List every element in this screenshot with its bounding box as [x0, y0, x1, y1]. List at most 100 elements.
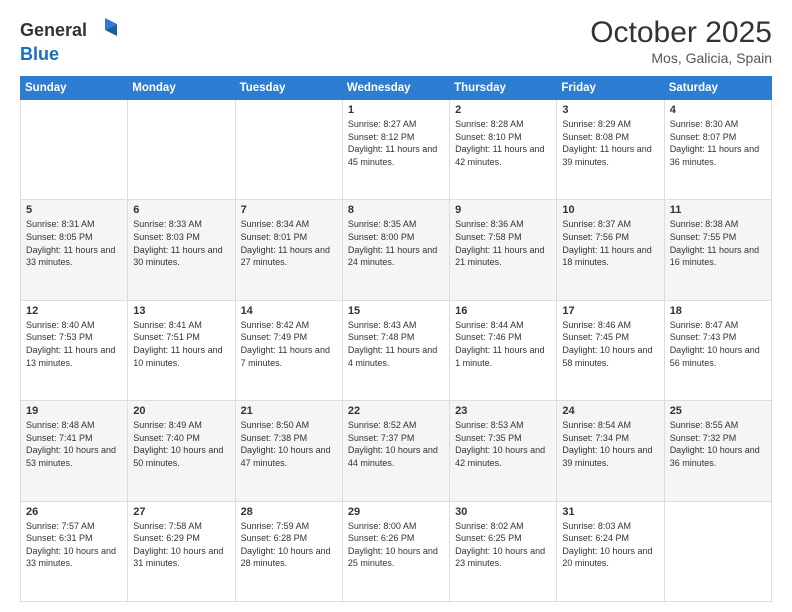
day-number: 30 [455, 506, 551, 518]
table-row: 22 Sunrise: 8:52 AMSunset: 7:37 PMDayligh… [342, 401, 449, 501]
header-tuesday: Tuesday [235, 77, 342, 100]
day-number: 20 [133, 405, 229, 417]
day-number: 26 [26, 506, 122, 518]
day-info: Sunrise: 8:33 AMSunset: 8:03 PMDaylight:… [133, 218, 229, 268]
table-row: 4Sunrise: 8:30 AMSunset: 8:07 PMDaylight… [664, 100, 771, 200]
logo-general: General [20, 20, 87, 41]
page: General Blue October 2025 Mos, Galicia, … [0, 0, 792, 612]
table-row: 31 Sunrise: 8:03 AMSunset: 6:24 PMDayligh… [557, 501, 664, 601]
day-info: Sunrise: 7:57 AMSunset: 6:31 PMDaylight:… [26, 520, 122, 570]
day-info: Sunrise: 8:28 AMSunset: 8:10 PMDaylight:… [455, 118, 551, 168]
day-number: 10 [562, 204, 658, 216]
day-info: Sunrise: 8:00 AMSunset: 6:26 PMDaylight:… [348, 520, 444, 570]
table-row: 16 Sunrise: 8:44 AMSunset: 7:46 PMDayligh… [450, 300, 557, 400]
day-number: 12 [26, 305, 122, 317]
day-number: 28 [241, 506, 337, 518]
day-number: 16 [455, 305, 551, 317]
header-monday: Monday [128, 77, 235, 100]
day-info: Sunrise: 8:02 AMSunset: 6:25 PMDaylight:… [455, 520, 551, 570]
table-row: 17 Sunrise: 8:46 AMSunset: 7:45 PMDayligh… [557, 300, 664, 400]
table-row: 24 Sunrise: 8:54 AMSunset: 7:34 PMDayligh… [557, 401, 664, 501]
day-info: Sunrise: 8:54 AMSunset: 7:34 PMDaylight:… [562, 419, 658, 469]
day-number: 31 [562, 506, 658, 518]
day-number: 23 [455, 405, 551, 417]
day-number: 17 [562, 305, 658, 317]
table-row: 13 Sunrise: 8:41 AMSunset: 7:51 PMDayligh… [128, 300, 235, 400]
calendar-table: Sunday Monday Tuesday Wednesday Thursday… [20, 76, 772, 602]
logo: General Blue [20, 16, 119, 65]
header-friday: Friday [557, 77, 664, 100]
calendar-header-row: Sunday Monday Tuesday Wednesday Thursday… [21, 77, 772, 100]
table-row: 12 Sunrise: 8:40 AMSunset: 7:53 PMDayligh… [21, 300, 128, 400]
day-number: 19 [26, 405, 122, 417]
table-row: 27Sunrise: 7:58 AMSunset: 6:29 PMDayligh… [128, 501, 235, 601]
day-number: 6 [133, 204, 229, 216]
table-row: 10 Sunrise: 8:37 AMSunset: 7:56 PMDayligh… [557, 200, 664, 300]
day-number: 13 [133, 305, 229, 317]
day-info: Sunrise: 8:34 AMSunset: 8:01 PMDaylight:… [241, 218, 337, 268]
table-row [235, 100, 342, 200]
table-row: 1Sunrise: 8:27 AMSunset: 8:12 PMDaylight… [342, 100, 449, 200]
day-number: 21 [241, 405, 337, 417]
table-row: 8 Sunrise: 8:35 AMSunset: 8:00 PMDaylight… [342, 200, 449, 300]
table-row: 21 Sunrise: 8:50 AMSunset: 7:38 PMDayligh… [235, 401, 342, 501]
day-info: Sunrise: 8:38 AMSunset: 7:55 PMDaylight:… [670, 218, 766, 268]
logo-blue: Blue [20, 44, 59, 64]
logo-flag-icon [91, 16, 119, 44]
day-info: Sunrise: 8:50 AMSunset: 7:38 PMDaylight:… [241, 419, 337, 469]
table-row [21, 100, 128, 200]
table-row: 15 Sunrise: 8:43 AMSunset: 7:48 PMDayligh… [342, 300, 449, 400]
table-row: 18 Sunrise: 8:47 AMSunset: 7:43 PMDayligh… [664, 300, 771, 400]
location-subtitle: Mos, Galicia, Spain [590, 50, 772, 66]
day-info: Sunrise: 8:27 AMSunset: 8:12 PMDaylight:… [348, 118, 444, 168]
table-row [664, 501, 771, 601]
day-info: Sunrise: 8:31 AMSunset: 8:05 PMDaylight:… [26, 218, 122, 268]
table-row: 14 Sunrise: 8:42 AMSunset: 7:49 PMDayligh… [235, 300, 342, 400]
day-info: Sunrise: 8:55 AMSunset: 7:32 PMDaylight:… [670, 419, 766, 469]
header-saturday: Saturday [664, 77, 771, 100]
day-info: Sunrise: 8:53 AMSunset: 7:35 PMDaylight:… [455, 419, 551, 469]
day-number: 9 [455, 204, 551, 216]
day-info: Sunrise: 8:03 AMSunset: 6:24 PMDaylight:… [562, 520, 658, 570]
day-info: Sunrise: 8:35 AMSunset: 8:00 PMDaylight:… [348, 218, 444, 268]
day-info: Sunrise: 8:41 AMSunset: 7:51 PMDaylight:… [133, 319, 229, 369]
calendar-week-row: 5 Sunrise: 8:31 AMSunset: 8:05 PMDaylight… [21, 200, 772, 300]
day-number: 27 [133, 506, 229, 518]
day-info: Sunrise: 7:59 AMSunset: 6:28 PMDaylight:… [241, 520, 337, 570]
calendar-week-row: 26 Sunrise: 7:57 AMSunset: 6:31 PMDayligh… [21, 501, 772, 601]
day-info: Sunrise: 8:49 AMSunset: 7:40 PMDaylight:… [133, 419, 229, 469]
table-row: 7Sunrise: 8:34 AMSunset: 8:01 PMDaylight… [235, 200, 342, 300]
day-number: 15 [348, 305, 444, 317]
header-wednesday: Wednesday [342, 77, 449, 100]
day-number: 18 [670, 305, 766, 317]
table-row: 25Sunrise: 8:55 AMSunset: 7:32 PMDayligh… [664, 401, 771, 501]
table-row: 19Sunrise: 8:48 AMSunset: 7:41 PMDayligh… [21, 401, 128, 501]
day-number: 2 [455, 104, 551, 116]
day-info: Sunrise: 8:47 AMSunset: 7:43 PMDaylight:… [670, 319, 766, 369]
day-number: 5 [26, 204, 122, 216]
header-sunday: Sunday [21, 77, 128, 100]
day-number: 22 [348, 405, 444, 417]
table-row [128, 100, 235, 200]
table-row: 28 Sunrise: 7:59 AMSunset: 6:28 PMDayligh… [235, 501, 342, 601]
day-info: Sunrise: 8:42 AMSunset: 7:49 PMDaylight:… [241, 319, 337, 369]
day-number: 11 [670, 204, 766, 216]
calendar-week-row: 1Sunrise: 8:27 AMSunset: 8:12 PMDaylight… [21, 100, 772, 200]
table-row: 6 Sunrise: 8:33 AMSunset: 8:03 PMDaylight… [128, 200, 235, 300]
day-number: 24 [562, 405, 658, 417]
day-info: Sunrise: 8:40 AMSunset: 7:53 PMDaylight:… [26, 319, 122, 369]
day-info: Sunrise: 8:44 AMSunset: 7:46 PMDaylight:… [455, 319, 551, 369]
day-info: Sunrise: 8:37 AMSunset: 7:56 PMDaylight:… [562, 218, 658, 268]
table-row: 30 Sunrise: 8:02 AMSunset: 6:25 PMDayligh… [450, 501, 557, 601]
day-number: 14 [241, 305, 337, 317]
day-info: Sunrise: 8:46 AMSunset: 7:45 PMDaylight:… [562, 319, 658, 369]
day-info: Sunrise: 8:36 AMSunset: 7:58 PMDaylight:… [455, 218, 551, 268]
table-row: 26 Sunrise: 7:57 AMSunset: 6:31 PMDayligh… [21, 501, 128, 601]
day-info: Sunrise: 8:43 AMSunset: 7:48 PMDaylight:… [348, 319, 444, 369]
day-number: 8 [348, 204, 444, 216]
table-row: 23 Sunrise: 8:53 AMSunset: 7:35 PMDayligh… [450, 401, 557, 501]
calendar-week-row: 19Sunrise: 8:48 AMSunset: 7:41 PMDayligh… [21, 401, 772, 501]
calendar-week-row: 12 Sunrise: 8:40 AMSunset: 7:53 PMDayligh… [21, 300, 772, 400]
day-info: Sunrise: 8:52 AMSunset: 7:37 PMDaylight:… [348, 419, 444, 469]
table-row: 20 Sunrise: 8:49 AMSunset: 7:40 PMDayligh… [128, 401, 235, 501]
